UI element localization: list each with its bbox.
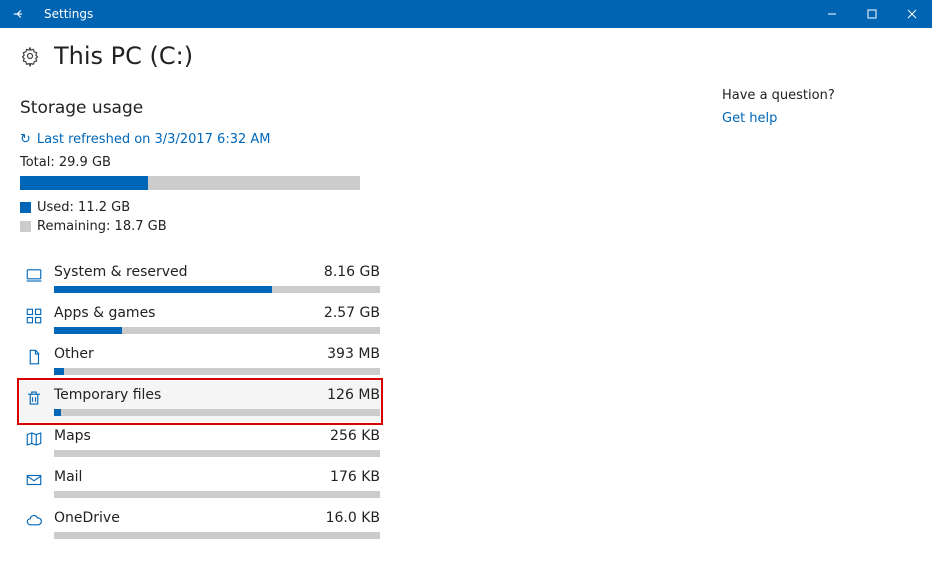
category-bar xyxy=(54,327,380,334)
category-bar xyxy=(54,491,380,498)
close-button[interactable] xyxy=(892,0,932,28)
pc-icon xyxy=(20,264,48,284)
category-size: 256 KB xyxy=(330,428,380,444)
cloud-icon xyxy=(20,510,48,530)
category-bar-fill xyxy=(54,327,122,334)
gear-icon xyxy=(20,46,40,66)
maximize-button[interactable] xyxy=(852,0,892,28)
category-row-temp[interactable]: Temporary files 126 MB xyxy=(20,381,380,422)
category-bar-fill xyxy=(54,409,61,416)
category-body: Maps 256 KB xyxy=(48,428,380,461)
category-row-other[interactable]: Other 393 MB xyxy=(20,340,380,381)
map-icon xyxy=(20,428,48,448)
section-heading: Storage usage xyxy=(20,98,712,118)
mail-icon xyxy=(20,469,48,489)
total-label: Total: 29.9 GB xyxy=(20,155,712,170)
page-title: This PC (C:) xyxy=(54,42,193,70)
category-body: Temporary files 126 MB xyxy=(48,387,380,420)
category-size: 8.16 GB xyxy=(324,264,380,280)
category-size: 393 MB xyxy=(327,346,380,362)
category-bar xyxy=(54,532,380,539)
total-usage-fill xyxy=(20,176,148,190)
category-bar-fill xyxy=(54,286,272,293)
category-size: 16.0 KB xyxy=(326,510,380,526)
legend-remaining: Remaining: 18.7 GB xyxy=(20,219,712,234)
category-bar xyxy=(54,286,380,293)
refresh-row[interactable]: ↻ Last refreshed on 3/3/2017 6:32 AM xyxy=(20,132,712,147)
titlebar: Settings xyxy=(0,0,932,28)
category-size: 176 KB xyxy=(330,469,380,485)
category-size: 126 MB xyxy=(327,387,380,403)
back-button[interactable] xyxy=(0,0,38,28)
minimize-icon xyxy=(827,9,837,19)
right-rail: Have a question? Get help xyxy=(712,42,912,545)
category-row-maps[interactable]: Maps 256 KB xyxy=(20,422,380,463)
category-label: Temporary files xyxy=(54,387,161,403)
total-usage-bar xyxy=(20,176,360,190)
arrow-left-icon xyxy=(12,7,26,21)
maximize-icon xyxy=(867,9,877,19)
app-title: Settings xyxy=(38,7,93,21)
category-bar-fill xyxy=(54,368,64,375)
category-bar xyxy=(54,409,380,416)
refresh-text: Last refreshed on 3/3/2017 6:32 AM xyxy=(37,132,271,147)
category-list: System & reserved 8.16 GB Apps & games 2.57… xyxy=(20,258,380,545)
category-label: System & reserved xyxy=(54,264,188,280)
help-heading: Have a question? xyxy=(722,88,912,103)
get-help-link[interactable]: Get help xyxy=(722,111,912,126)
category-body: OneDrive 16.0 KB xyxy=(48,510,380,543)
category-bar xyxy=(54,450,380,457)
minimize-button[interactable] xyxy=(812,0,852,28)
used-swatch xyxy=(20,202,31,213)
category-body: Apps & games 2.57 GB xyxy=(48,305,380,338)
remaining-swatch xyxy=(20,221,31,232)
legend-used: Used: 11.2 GB xyxy=(20,200,712,215)
category-label: OneDrive xyxy=(54,510,120,526)
category-row-system[interactable]: System & reserved 8.16 GB xyxy=(20,258,380,299)
category-bar xyxy=(54,368,380,375)
category-row-onedrive[interactable]: OneDrive 16.0 KB xyxy=(20,504,380,545)
category-label: Other xyxy=(54,346,94,362)
used-label: Used: 11.2 GB xyxy=(37,200,130,215)
close-icon xyxy=(907,9,917,19)
category-row-mail[interactable]: Mail 176 KB xyxy=(20,463,380,504)
category-label: Apps & games xyxy=(54,305,155,321)
category-row-apps[interactable]: Apps & games 2.57 GB xyxy=(20,299,380,340)
category-body: System & reserved 8.16 GB xyxy=(48,264,380,297)
apps-icon xyxy=(20,305,48,325)
refresh-icon: ↻ xyxy=(20,132,31,147)
remaining-label: Remaining: 18.7 GB xyxy=(37,219,167,234)
category-body: Other 393 MB xyxy=(48,346,380,379)
category-label: Mail xyxy=(54,469,82,485)
trash-icon xyxy=(20,387,48,407)
other-icon xyxy=(20,346,48,366)
category-label: Maps xyxy=(54,428,91,444)
category-size: 2.57 GB xyxy=(324,305,380,321)
category-body: Mail 176 KB xyxy=(48,469,380,502)
